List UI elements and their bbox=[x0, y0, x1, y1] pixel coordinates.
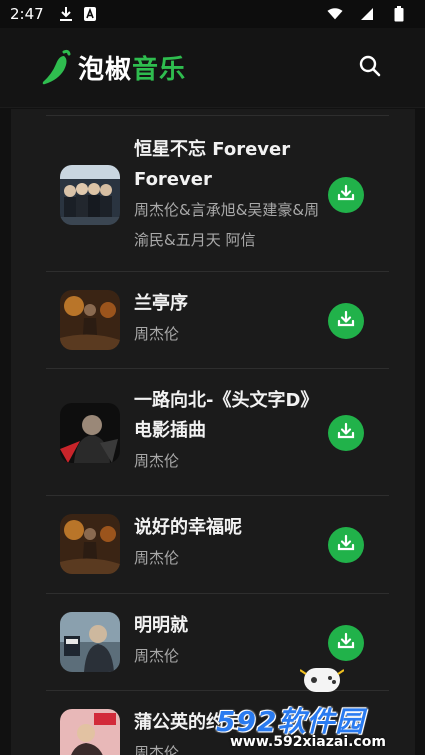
download-button[interactable] bbox=[328, 527, 364, 563]
app-bar: 泡椒 音乐 bbox=[0, 28, 425, 108]
status-time: 2:47 bbox=[10, 5, 44, 23]
download-icon bbox=[336, 183, 356, 207]
dark-portrait-cover bbox=[60, 403, 120, 463]
group-photo-cover bbox=[60, 165, 120, 225]
battery-icon bbox=[391, 6, 407, 22]
logo-text-primary: 泡椒 bbox=[78, 55, 133, 85]
song-title: 恒星不忘 Forever Forever bbox=[134, 139, 291, 190]
song-title: 兰亭序 bbox=[134, 293, 188, 314]
logo-text-accent: 音乐 bbox=[132, 55, 187, 85]
watermark: 592软件园 www.592xiazai.com bbox=[212, 700, 425, 755]
app-logo[interactable]: 泡椒 音乐 bbox=[40, 48, 186, 88]
a-icon bbox=[82, 6, 98, 22]
download-icon bbox=[336, 309, 356, 333]
song-artist: 周杰伦 bbox=[134, 325, 180, 343]
search-icon bbox=[359, 55, 381, 81]
cell-signal-icon bbox=[359, 6, 375, 22]
download-button[interactable] bbox=[328, 177, 364, 213]
download-icon bbox=[336, 631, 356, 655]
status-bar: 2:47 bbox=[0, 0, 425, 28]
song-list[interactable]: 恒星不忘 Forever Forever 周杰伦&言承旭&吴建豪&周渝民&五月天… bbox=[11, 109, 415, 755]
song-title: 说好的幸福呢 bbox=[134, 517, 242, 538]
pink-cover bbox=[60, 709, 120, 755]
song-row[interactable]: 说好的幸福呢 周杰伦 bbox=[46, 495, 389, 593]
download-icon bbox=[336, 533, 356, 557]
download-icon bbox=[58, 6, 74, 22]
warm-cover bbox=[60, 514, 120, 574]
song-artist: 周杰伦 bbox=[134, 647, 180, 665]
download-button[interactable] bbox=[328, 625, 364, 661]
download-button[interactable] bbox=[328, 415, 364, 451]
wifi-icon bbox=[327, 6, 343, 22]
game-controller-icon bbox=[299, 660, 345, 696]
song-artist: 周杰伦 bbox=[134, 452, 180, 470]
warm-cover bbox=[60, 290, 120, 350]
song-row[interactable]: 一路向北-《头文字D》电影插曲 周杰伦 bbox=[46, 368, 389, 495]
song-row[interactable]: 恒星不忘 Forever Forever 周杰伦&言承旭&吴建豪&周渝民&五月天… bbox=[46, 115, 389, 272]
song-row[interactable]: 兰亭序 周杰伦 bbox=[46, 271, 389, 368]
search-button[interactable] bbox=[355, 53, 385, 83]
song-artist: 周杰伦 bbox=[134, 549, 180, 567]
blue-grey-cover bbox=[60, 612, 120, 672]
download-icon bbox=[336, 421, 356, 445]
song-title: 一路向北-《头文字D》电影插曲 bbox=[134, 390, 319, 441]
watermark-url: www.592xiazai.com bbox=[230, 734, 386, 750]
chili-pepper-icon bbox=[40, 48, 74, 88]
song-artist: 周杰伦&言承旭&吴建豪&周渝民&五月天 阿信 bbox=[134, 201, 320, 249]
song-title: 明明就 bbox=[134, 615, 188, 636]
download-button[interactable] bbox=[328, 303, 364, 339]
